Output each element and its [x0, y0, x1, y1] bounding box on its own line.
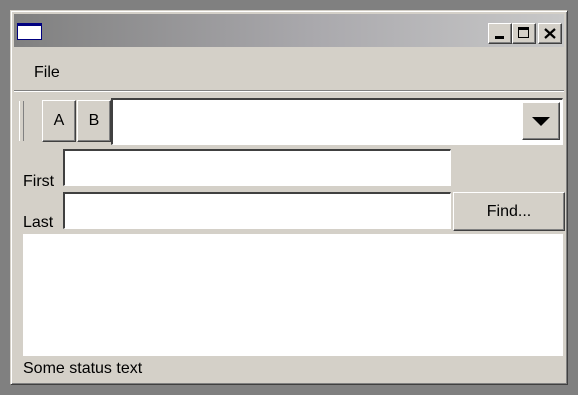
- find-button[interactable]: Find...: [453, 192, 565, 231]
- close-icon: [544, 28, 556, 39]
- combo-dropdown-button[interactable]: [522, 102, 560, 140]
- chevron-down-icon: [532, 117, 550, 126]
- content-area[interactable]: [23, 234, 563, 356]
- minimize-icon: [495, 36, 504, 39]
- last-name-input[interactable]: [63, 192, 451, 229]
- toolbar-combo-box[interactable]: [111, 98, 563, 145]
- window-app-icon[interactable]: [17, 23, 42, 40]
- menu-file[interactable]: File: [34, 64, 60, 82]
- close-button[interactable]: [538, 23, 562, 44]
- minimize-button[interactable]: [488, 23, 512, 44]
- toolbar-button-b[interactable]: B: [77, 100, 111, 142]
- maximize-icon: [518, 27, 529, 38]
- last-label: Last: [23, 214, 54, 231]
- toolbar-button-a[interactable]: A: [42, 100, 76, 142]
- first-name-input[interactable]: [63, 149, 451, 186]
- toolbar-grip[interactable]: [19, 101, 24, 141]
- first-label: First: [23, 173, 55, 190]
- status-bar: Some status text: [23, 356, 563, 382]
- app-window: File A B First Last Find... Some status …: [10, 10, 568, 385]
- maximize-button[interactable]: [512, 23, 536, 44]
- status-text: Some status text: [23, 360, 143, 377]
- toolbar: A B: [14, 90, 564, 148]
- menu-bar: File: [14, 47, 564, 81]
- title-bar[interactable]: [14, 14, 564, 47]
